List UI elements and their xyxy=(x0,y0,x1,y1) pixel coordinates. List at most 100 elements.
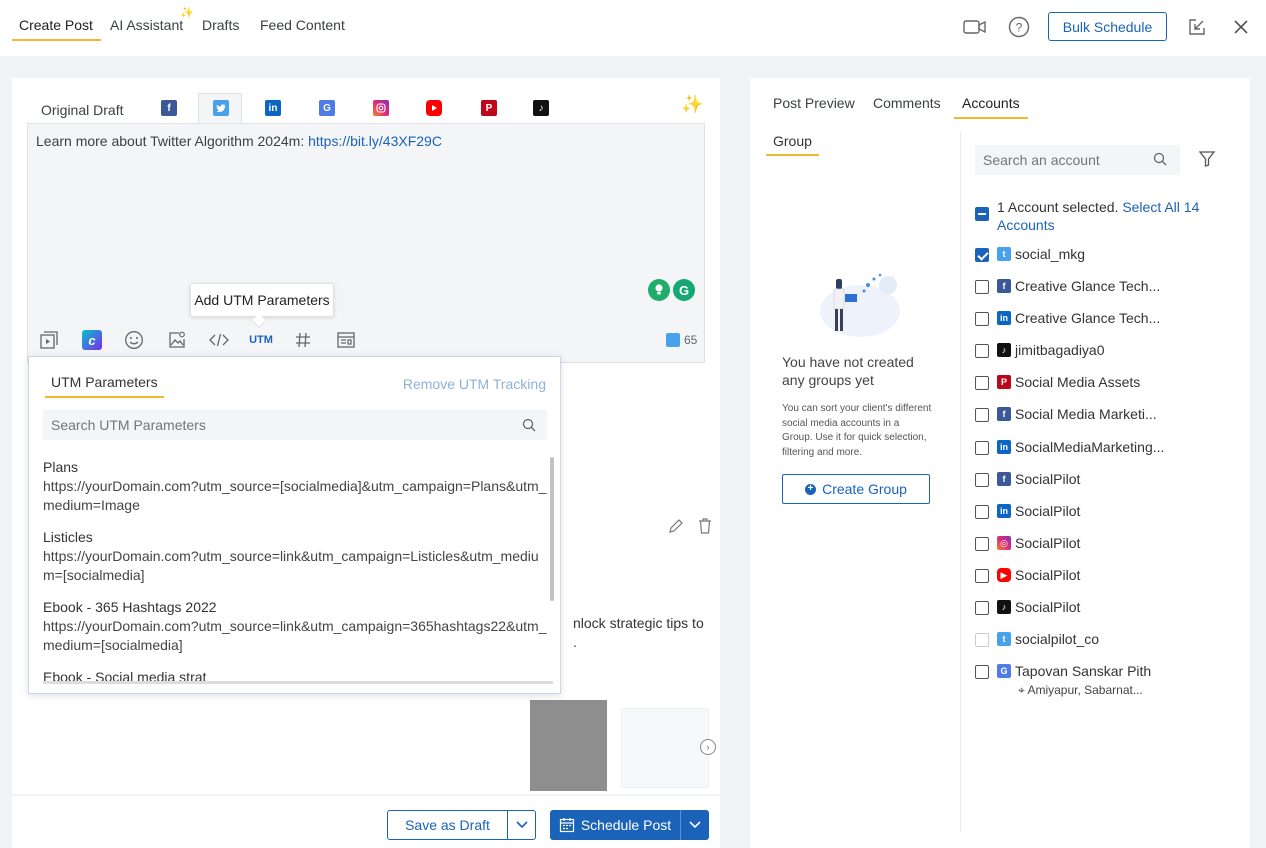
account-checkbox[interactable] xyxy=(975,505,989,519)
action-bar: Save as Draft Schedule Post xyxy=(12,796,720,848)
post-text[interactable]: Learn more about Twitter Algorithm 2024m… xyxy=(36,133,442,149)
account-checkbox[interactable] xyxy=(975,312,989,326)
twitter-icon: t xyxy=(997,632,1011,646)
account-row[interactable]: in Creative Glance Tech... xyxy=(975,308,1235,330)
linkedin-icon[interactable]: in xyxy=(265,100,281,116)
account-row[interactable]: ◎ SocialPilot xyxy=(975,533,1235,555)
google-business-icon[interactable]: G xyxy=(319,100,335,116)
tab-create-post[interactable]: Create Post xyxy=(12,17,101,41)
tab-feed-content[interactable]: Feed Content xyxy=(260,17,345,39)
select-all-checkbox[interactable] xyxy=(975,207,989,221)
account-checkbox[interactable] xyxy=(975,537,989,551)
remove-utm-link[interactable]: Remove UTM Tracking xyxy=(403,376,546,392)
emoji-icon[interactable] xyxy=(123,329,145,351)
account-row[interactable]: ▶ SocialPilot xyxy=(975,565,1235,587)
instagram-icon[interactable] xyxy=(373,100,389,116)
close-icon[interactable] xyxy=(1229,15,1253,39)
twitter-icon[interactable] xyxy=(213,100,229,116)
pencil-icon[interactable] xyxy=(668,518,684,537)
hashtag-icon[interactable] xyxy=(292,329,314,351)
linkedin-icon: in xyxy=(997,504,1011,518)
account-search-input[interactable] xyxy=(975,145,1180,175)
chevron-down-icon xyxy=(689,821,701,829)
account-row[interactable]: f Creative Glance Tech... xyxy=(975,276,1235,298)
account-checkbox[interactable] xyxy=(975,248,989,262)
schedule-post-button[interactable]: Schedule Post xyxy=(550,810,680,840)
pinterest-icon[interactable]: P xyxy=(481,100,497,116)
image-thumbnail[interactable] xyxy=(530,700,607,791)
utm-search-input[interactable] xyxy=(43,410,547,440)
utm-parameters-popup: UTM Parameters Remove UTM Tracking Plans… xyxy=(28,356,561,694)
bulk-schedule-button[interactable]: Bulk Schedule xyxy=(1048,12,1167,41)
horizontal-scrollbar[interactable] xyxy=(43,681,553,684)
account-row[interactable]: f Social Media Marketi... xyxy=(975,404,1235,426)
tiktok-icon[interactable]: ♪ xyxy=(533,100,549,116)
empty-groups-title: You have not created any groups yet xyxy=(782,354,914,388)
post-editor[interactable]: Learn more about Twitter Algorithm 2024m… xyxy=(27,123,705,363)
youtube-icon[interactable] xyxy=(426,100,442,116)
template-icon[interactable] xyxy=(335,329,357,351)
account-checkbox[interactable] xyxy=(975,280,989,294)
video-camera-icon[interactable] xyxy=(963,15,987,39)
account-checkbox[interactable] xyxy=(975,473,989,487)
help-icon[interactable]: ? xyxy=(1007,15,1031,39)
account-row[interactable]: t social_mkg xyxy=(975,244,1235,266)
list-item[interactable]: Ebook - Social media strat xyxy=(43,667,549,681)
account-row[interactable]: in SocialPilot xyxy=(975,501,1235,523)
create-group-button[interactable]: + Create Group xyxy=(782,474,930,504)
schedule-options-button[interactable] xyxy=(680,810,709,840)
post-link[interactable]: https://bit.ly/43XF29C xyxy=(308,133,442,149)
accounts-panel: Post Preview Comments Accounts Group You… xyxy=(750,78,1250,848)
twitter-icon xyxy=(666,333,680,347)
utm-button[interactable]: UTM xyxy=(246,329,276,351)
grammarly-icon[interactable]: G xyxy=(673,279,695,301)
canva-icon[interactable]: c xyxy=(81,329,103,351)
account-checkbox[interactable] xyxy=(975,633,989,647)
tab-accounts[interactable]: Accounts xyxy=(954,95,1028,119)
account-checkbox[interactable] xyxy=(975,408,989,422)
tab-group[interactable]: Group xyxy=(766,133,819,156)
utm-tooltip: Add UTM Parameters xyxy=(190,283,334,317)
tiktok-icon: ♪ xyxy=(997,343,1011,357)
scrollbar[interactable] xyxy=(550,457,554,601)
account-row[interactable]: ♪ jimitbagadiya0 xyxy=(975,340,1235,362)
tab-post-preview[interactable]: Post Preview xyxy=(773,95,855,117)
minimize-icon[interactable] xyxy=(1185,15,1209,39)
tab-drafts[interactable]: Drafts xyxy=(202,17,239,39)
account-row[interactable]: t socialpilot_co xyxy=(975,629,1235,651)
list-item[interactable]: Listicles https://yourDomain.com?utm_sou… xyxy=(43,527,549,585)
account-row[interactable]: ♪ SocialPilot xyxy=(975,597,1235,619)
account-checkbox[interactable] xyxy=(975,601,989,615)
youtube-icon: ▶ xyxy=(997,568,1011,582)
filter-icon[interactable] xyxy=(1198,150,1216,168)
image-search-icon[interactable] xyxy=(166,329,188,351)
empty-groups-description: You can sort your client's different soc… xyxy=(782,403,932,458)
account-checkbox[interactable] xyxy=(975,665,989,679)
trash-icon[interactable] xyxy=(698,518,712,537)
image-thumbnail[interactable] xyxy=(621,708,709,788)
media-library-icon[interactable] xyxy=(38,329,60,351)
account-checkbox[interactable] xyxy=(975,569,989,583)
tab-comments[interactable]: Comments xyxy=(873,95,941,117)
account-row[interactable]: P Social Media Assets xyxy=(975,372,1235,394)
chevron-right-icon[interactable]: › xyxy=(700,739,716,755)
search-icon xyxy=(1153,152,1169,168)
draft-options-button[interactable] xyxy=(507,810,536,840)
account-checkbox[interactable] xyxy=(975,441,989,455)
facebook-icon[interactable]: f xyxy=(161,100,177,116)
save-draft-button[interactable]: Save as Draft xyxy=(387,810,508,840)
account-checkbox[interactable] xyxy=(975,376,989,390)
code-icon[interactable] xyxy=(208,329,230,351)
lightbulb-icon[interactable] xyxy=(648,279,670,301)
list-item[interactable]: Plans https://yourDomain.com?utm_source=… xyxy=(43,457,549,515)
ai-sparkle-icon[interactable]: ✨ xyxy=(681,94,703,115)
account-row[interactable]: f SocialPilot xyxy=(975,469,1235,491)
account-checkbox[interactable] xyxy=(975,344,989,358)
utm-title-tab[interactable]: UTM Parameters xyxy=(45,374,164,398)
tab-ai-assistant[interactable]: AI Assistant xyxy=(110,17,183,39)
account-row[interactable]: G Tapovan Sanskar Pith ⌖ Amiyapur, Sabar… xyxy=(975,661,1235,701)
tab-original-draft[interactable]: Original Draft xyxy=(41,102,123,118)
account-row[interactable]: in SocialMediaMarketing... xyxy=(975,437,1235,459)
facebook-icon: f xyxy=(997,407,1011,421)
list-item[interactable]: Ebook - 365 Hashtags 2022 https://yourDo… xyxy=(43,597,549,655)
